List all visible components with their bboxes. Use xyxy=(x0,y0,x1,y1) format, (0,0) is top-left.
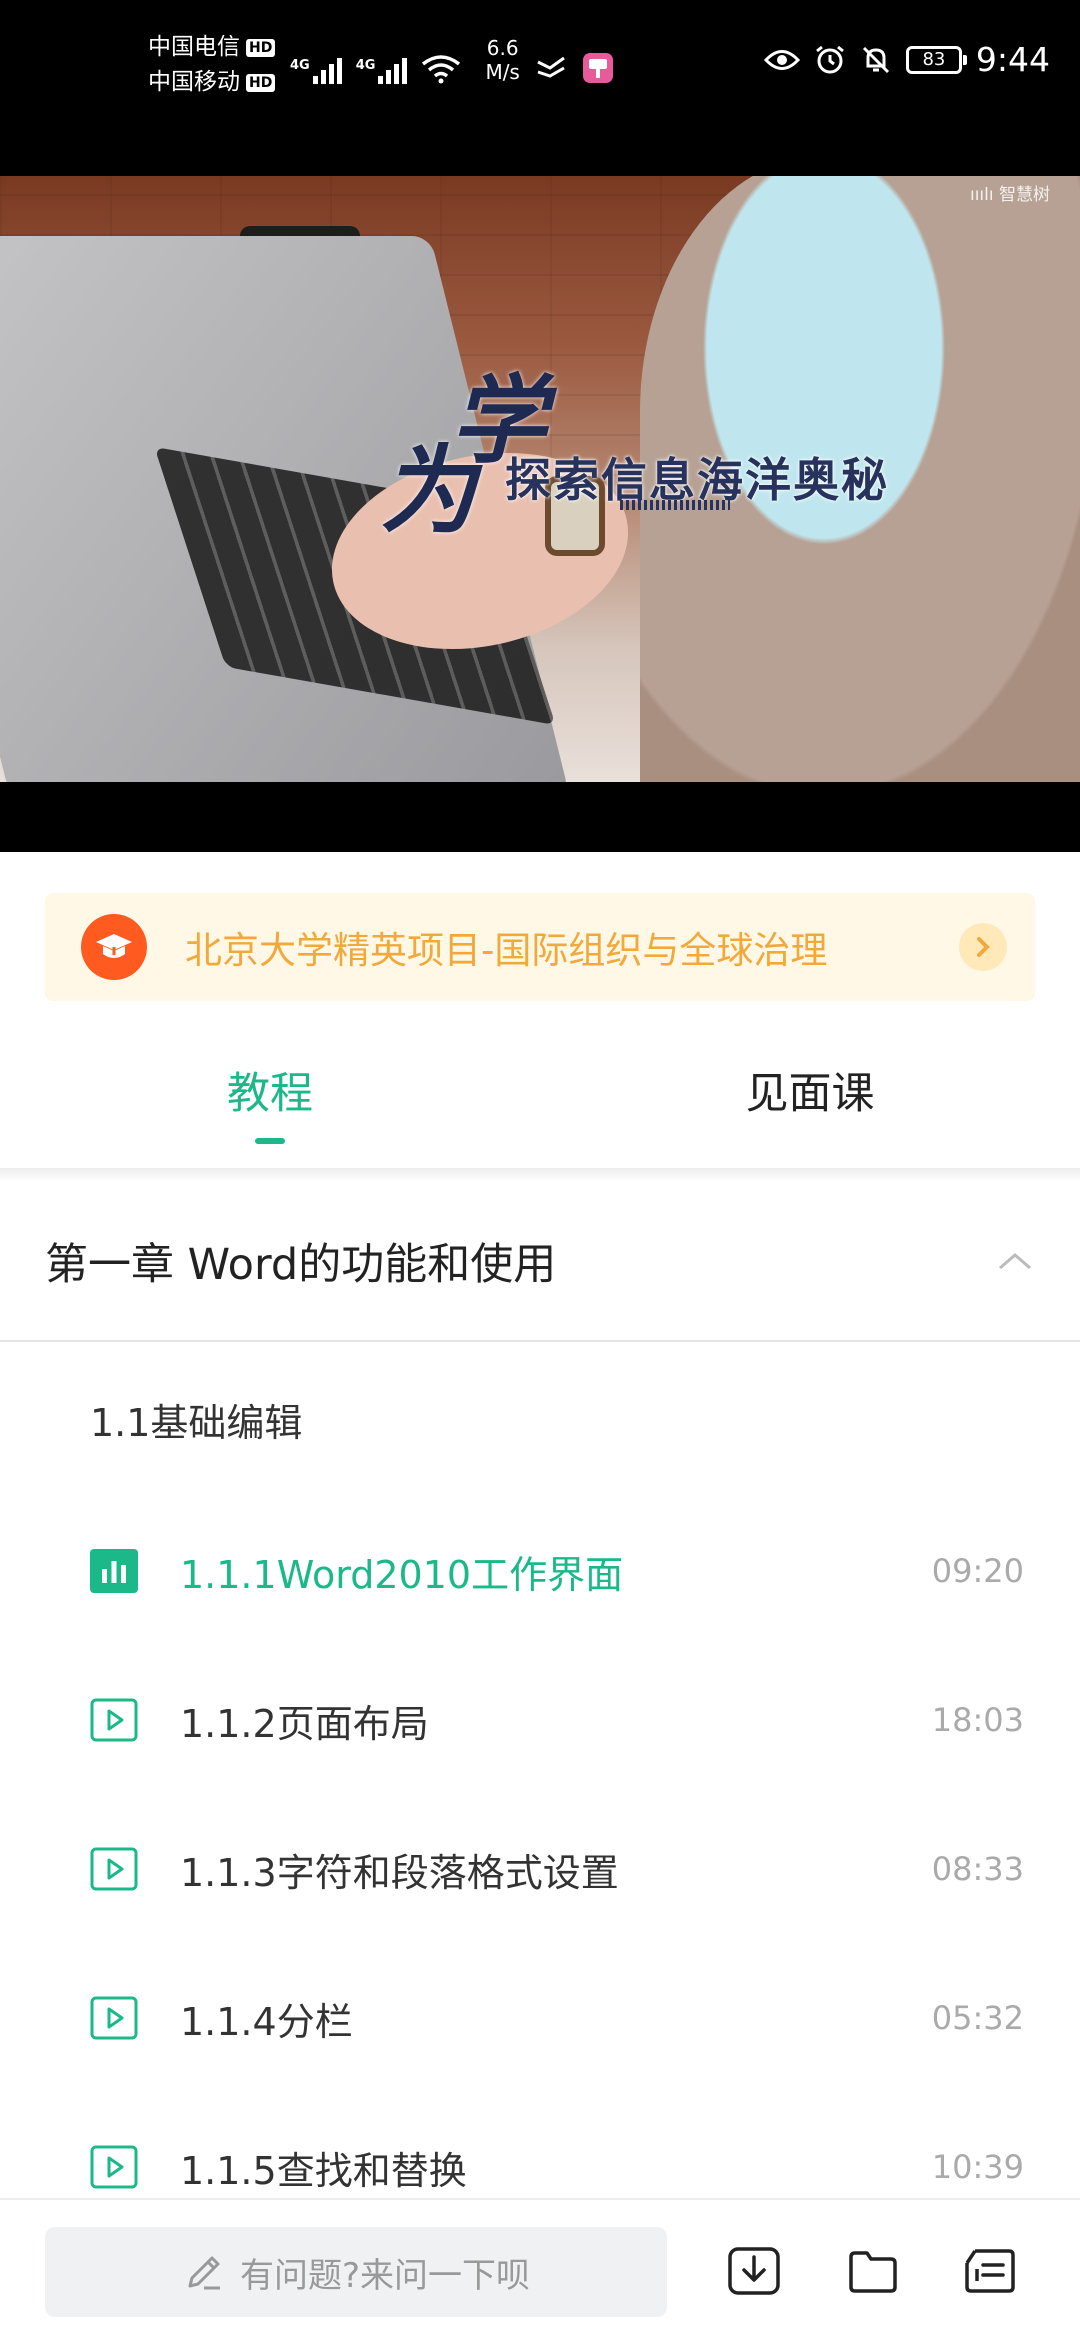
lesson-item[interactable]: 1.1.3字符和段落格式设置 08:33 xyxy=(0,1819,1080,1919)
play-icon xyxy=(90,2145,138,2189)
lesson-title: 1.1.3字符和段落格式设置 xyxy=(180,1850,619,1895)
network-icons: 4G 4G 6.6 M/s xyxy=(290,34,614,84)
lesson-title: 1.1.4分栏 xyxy=(180,1999,353,2044)
lesson-title: 1.1.5查找和替换 xyxy=(180,2148,467,2193)
pencil-icon xyxy=(188,2256,220,2290)
app-notification-icon xyxy=(537,56,565,78)
status-bar: 中国电信 HD 中国移动 HD 4G 4G 6.6 M/s 83 9:44 xyxy=(0,0,1080,176)
speed-value: 6.6 xyxy=(486,36,519,60)
tab-divider xyxy=(0,1168,1080,1182)
status-right: 83 9:44 xyxy=(763,40,1050,79)
alarm-icon xyxy=(815,45,844,73)
network-speed: 6.6 M/s xyxy=(485,36,519,84)
app-badge-icon xyxy=(582,53,613,83)
ask-question-input[interactable]: 有问题?来问一下呗 xyxy=(45,2227,667,2317)
carrier-1-label: 中国电信 xyxy=(148,34,240,60)
section-title: 1.1基础编辑 xyxy=(90,1401,303,1445)
lesson-item[interactable]: 1.1.4分栏 05:32 xyxy=(0,1968,1080,2068)
chapter-header[interactable]: 第一章 Word的功能和使用 xyxy=(0,1182,1080,1342)
lesson-duration: 10:39 xyxy=(931,2148,1024,2186)
lesson-title: 1.1.1Word2010工作界面 xyxy=(180,1552,624,1597)
video-letterbox-bar xyxy=(0,782,1080,852)
lesson-item[interactable]: 1.1.1Word2010工作界面 09:20 xyxy=(0,1521,1080,1621)
video-watermark-logo: ııılı 智慧树 xyxy=(969,185,1050,205)
notes-icon[interactable] xyxy=(960,2240,1022,2302)
hd-badge-1: HD xyxy=(246,38,276,57)
playing-bars-icon xyxy=(90,1549,138,1593)
ask-question-placeholder: 有问题?来问一下呗 xyxy=(239,2255,531,2296)
chevron-up-icon[interactable] xyxy=(995,1241,1035,1281)
play-icon xyxy=(90,1698,138,1742)
lesson-duration: 05:32 xyxy=(931,1999,1024,2037)
hd-badge-2: HD xyxy=(246,73,276,92)
lesson-title: 1.1.2页面布局 xyxy=(180,1701,429,1746)
carrier-2-label: 中国移动 xyxy=(148,69,240,95)
battery-indicator: 83 xyxy=(905,45,967,74)
mute-bell-icon xyxy=(862,46,889,73)
chapter-title: 第一章 Word的功能和使用 xyxy=(45,1240,557,1290)
tab-tutorial[interactable]: 教程 xyxy=(0,1010,540,1170)
network-1-label: 4G xyxy=(290,58,310,73)
promo-banner[interactable]: 北京大学精英项目-国际组织与全球治理 xyxy=(45,893,1035,1001)
clock: 9:44 xyxy=(975,40,1050,79)
speed-unit: M/s xyxy=(485,60,520,84)
chevron-right-icon xyxy=(959,923,1007,971)
promo-banner-text: 北京大学精英项目-国际组织与全球治理 xyxy=(185,929,828,972)
screen: 中国电信 HD 中国移动 HD 4G 4G 6.6 M/s 83 9:44 ıı… xyxy=(0,0,1080,2340)
lesson-item[interactable]: 1.1.2页面布局 18:03 xyxy=(0,1670,1080,1770)
graduation-cap-icon xyxy=(81,914,147,980)
wifi-icon xyxy=(422,55,461,84)
video-overlay-decoration xyxy=(620,500,730,510)
video-player[interactable]: ııılı 智慧树 学 为 探索信息海洋奥秘 xyxy=(0,176,1080,782)
content-tabs: 教程 见面课 xyxy=(0,1010,1080,1170)
carrier-info: 中国电信 HD 中国移动 HD xyxy=(148,30,276,100)
tab-live-class[interactable]: 见面课 xyxy=(540,1010,1080,1170)
eye-icon xyxy=(763,49,800,70)
signal-icon-2: 4G xyxy=(356,58,408,84)
lesson-duration: 09:20 xyxy=(931,1552,1024,1590)
battery-level: 83 xyxy=(922,48,946,70)
folder-icon[interactable] xyxy=(842,2240,904,2302)
lesson-duration: 18:03 xyxy=(931,1701,1024,1739)
signal-icon-1: 4G xyxy=(290,58,342,84)
lesson-duration: 08:33 xyxy=(931,1850,1024,1888)
download-icon[interactable] xyxy=(723,2240,785,2302)
play-icon xyxy=(90,1847,138,1891)
bottom-action-bar: 有问题?来问一下呗 xyxy=(0,2198,1080,2340)
network-2-label: 4G xyxy=(355,58,376,73)
play-icon xyxy=(90,1996,138,2040)
